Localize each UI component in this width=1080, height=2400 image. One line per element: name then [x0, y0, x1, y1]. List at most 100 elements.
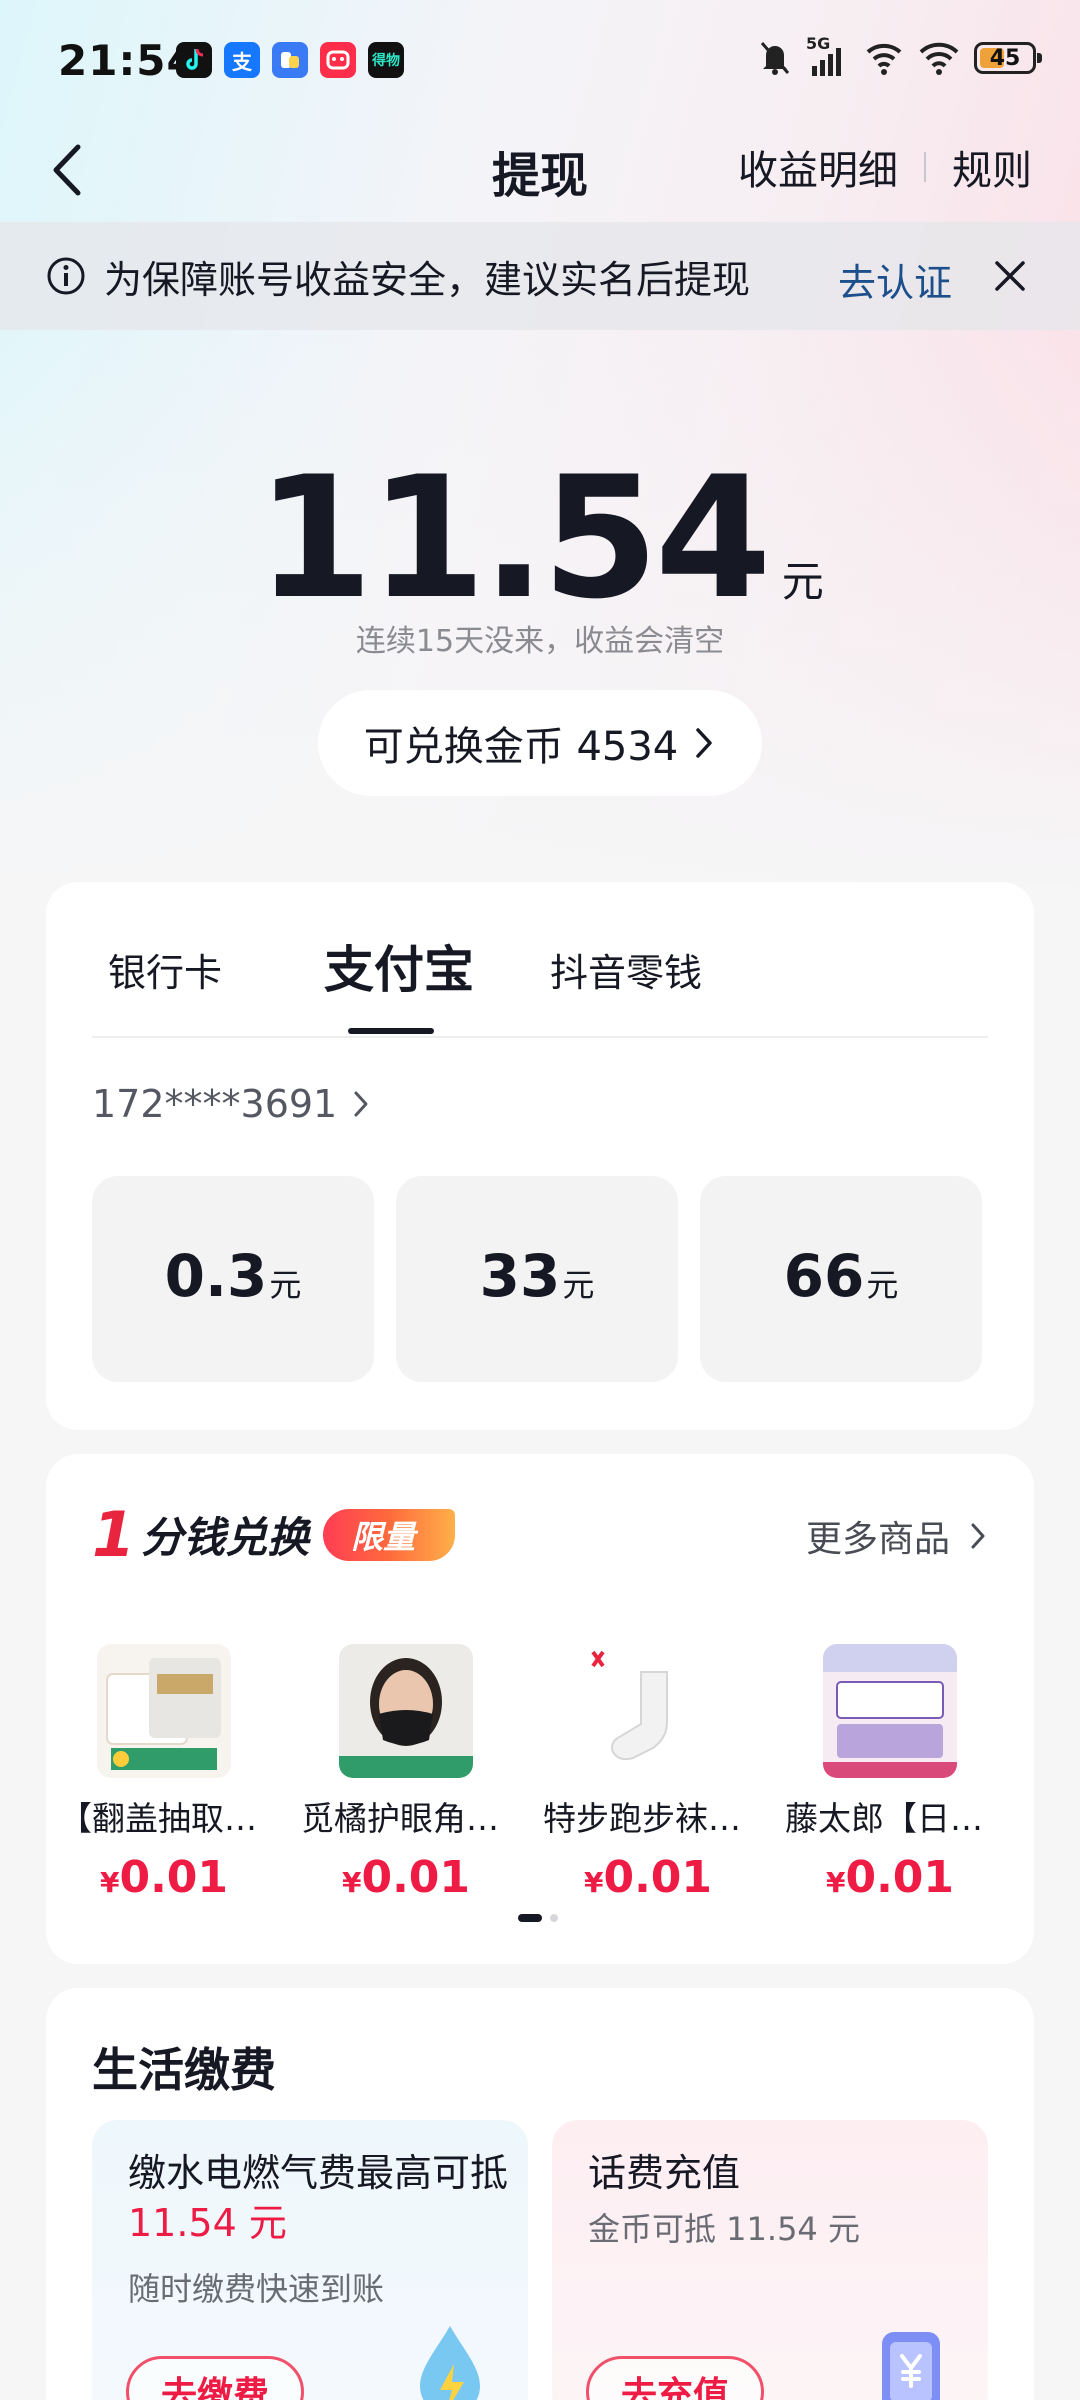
amount-option[interactable]: 66 元: [700, 1176, 982, 1382]
price-currency: ¥: [825, 1866, 846, 1899]
life-payments-title: 生活缴费: [92, 2043, 276, 2097]
exchange-coins-button[interactable]: 可兑换金币 4534: [318, 690, 762, 796]
life-payments-card: 生活缴费 缴水电燃气费最高可抵 11.54 元 随时缴费快速到账 去缴费 话费充…: [46, 1988, 1034, 2400]
product-price: ¥0.01: [54, 1852, 274, 1903]
exchange-title-number: 1: [92, 1498, 136, 1571]
product-name: 【翻盖抽取式…: [59, 1799, 269, 1838]
product-name: 特步跑步袜子…: [543, 1799, 753, 1838]
verification-banner: 为保障账号收益安全，建议实名后提现 去认证: [0, 222, 1080, 330]
amount-value: 0.3: [164, 1242, 268, 1310]
signal-icon: 5G: [806, 34, 850, 78]
amount-unit: 元: [562, 1266, 595, 1304]
chevron-right-icon: [354, 1091, 368, 1117]
tab-douyin-wallet[interactable]: 抖音零钱: [550, 942, 702, 997]
status-bar: 21:54 支 得物 5G 45: [0, 0, 1080, 120]
product-price: ¥0.01: [538, 1852, 758, 1903]
price-currency: ¥: [99, 1866, 120, 1899]
amount-value: 33: [479, 1242, 561, 1310]
carousel-dot-active: [518, 1914, 542, 1922]
account-selector[interactable]: 172****3691: [92, 1082, 371, 1126]
more-products-label: 更多商品: [805, 1519, 950, 1560]
rules-link[interactable]: 规则: [952, 138, 1032, 196]
tab-divider: [92, 1036, 988, 1038]
more-products-link[interactable]: 更多商品: [806, 1510, 988, 1562]
carousel-dot: [550, 1914, 558, 1922]
earnings-details-link[interactable]: 收益明细: [738, 138, 898, 196]
price-value: 0.01: [845, 1852, 955, 1903]
verify-link[interactable]: 去认证: [838, 252, 952, 307]
baidu-icon: [272, 42, 308, 78]
price-currency: ¥: [583, 1866, 604, 1899]
product-price: ¥0.01: [296, 1852, 516, 1903]
balance-amount: 11.54: [256, 440, 771, 636]
chevron-right-icon: [696, 728, 712, 758]
penny-exchange-card: 1 分钱兑换 限量 更多商品 【翻盖抽取式… ¥0.01 觅橘护眼角口罩… ¥0…: [46, 1454, 1034, 1964]
notification-icons: 支 得物: [176, 42, 404, 78]
info-icon: [47, 257, 85, 295]
alipay-icon: 支: [224, 42, 260, 78]
tmall-icon: [320, 42, 356, 78]
tab-alipay[interactable]: 支付宝: [324, 930, 474, 1002]
utilities-title-text: 缴水电燃气费最高可抵: [128, 2151, 509, 2195]
battery-level: 45: [989, 45, 1021, 71]
pay-bills-button[interactable]: 去缴费: [126, 2356, 304, 2400]
system-icons: 5G 45: [758, 34, 1042, 78]
nav-divider: [924, 152, 926, 182]
phone-yuan-icon: [882, 2332, 940, 2400]
carousel-dots: [518, 1914, 558, 1922]
balance-display: 11.54 元: [0, 440, 1080, 636]
alipay-label: 支: [232, 49, 252, 74]
mute-bell-icon: [760, 42, 790, 75]
product-card[interactable]: 觅橘护眼角口罩… ¥0.01: [296, 1644, 516, 1903]
phone-topup-title: 话费充值: [588, 2151, 741, 2195]
water-drop-icon: [420, 2326, 480, 2400]
banner-message: 为保障账号收益安全，建议实名后提现: [104, 257, 751, 302]
product-name: 藤太郎【日本…: [785, 1799, 995, 1838]
product-card[interactable]: 【翻盖抽取式… ¥0.01: [54, 1644, 274, 1903]
network-type: 5G: [806, 34, 831, 53]
price-value: 0.01: [119, 1852, 229, 1903]
amount-value: 66: [783, 1242, 865, 1310]
dewu-icon: 得物: [368, 42, 404, 78]
active-tab-indicator: [348, 1028, 434, 1034]
utilities-title: 缴水电燃气费最高可抵 11.54 元: [128, 2148, 508, 2248]
product-image-cream: [823, 1644, 957, 1778]
balance-expiry-hint: 连续15天没来，收益会清空: [355, 624, 725, 659]
account-number: 172****3691: [92, 1082, 338, 1126]
wifi-plus-icon: [866, 43, 902, 75]
chevron-right-icon: [971, 1523, 985, 1549]
douyin-icon: [176, 42, 212, 78]
price-currency: ¥: [341, 1866, 362, 1899]
battery-icon: 45: [974, 42, 1042, 74]
amount-option[interactable]: 33 元: [396, 1176, 678, 1382]
amount-option[interactable]: 0.3 元: [92, 1176, 374, 1382]
exchange-coins-label: 可兑换金币 4534: [363, 724, 679, 770]
dewu-label: 得物: [372, 53, 400, 69]
product-image-tissue: [97, 1644, 231, 1778]
close-icon[interactable]: [988, 254, 1032, 298]
tab-bank-card[interactable]: 银行卡: [108, 942, 222, 997]
phone-topup-subtitle: 金币可抵 11.54 元: [588, 2210, 860, 2248]
exchange-title-text: 分钱兑换: [141, 1513, 310, 1562]
product-card[interactable]: 藤太郎【日本… ¥0.01: [780, 1644, 1000, 1903]
nav-bar: 提现 收益明细 规则: [0, 120, 1080, 220]
price-value: 0.01: [361, 1852, 471, 1903]
topup-button[interactable]: 去充值: [586, 2356, 764, 2400]
wifi-icon: [919, 42, 959, 75]
price-value: 0.01: [603, 1852, 713, 1903]
product-image-mask: [339, 1644, 473, 1778]
nav-actions: 收益明细 规则: [738, 138, 1032, 196]
limited-badge: 限量: [323, 1508, 456, 1561]
amount-unit: 元: [269, 1266, 302, 1304]
phone-topup-tile[interactable]: 话费充值 金币可抵 11.54 元 去充值: [552, 2120, 988, 2400]
utilities-highlight: 11.54 元: [128, 2201, 287, 2245]
withdraw-method-tabs: 银行卡 支付宝 抖音零钱: [46, 882, 1034, 1038]
amount-unit: 元: [866, 1266, 899, 1304]
withdraw-card: 银行卡 支付宝 抖音零钱 172****3691 0.3 元 33 元 66 元: [46, 882, 1034, 1430]
utilities-payment-tile[interactable]: 缴水电燃气费最高可抵 11.54 元 随时缴费快速到账 去缴费: [92, 2120, 528, 2400]
product-card[interactable]: 特步跑步袜子… ¥0.01: [538, 1644, 758, 1903]
product-name: 觅橘护眼角口罩…: [301, 1799, 511, 1838]
balance-unit: 元: [781, 557, 824, 606]
utilities-subtitle: 随时缴费快速到账: [128, 2270, 385, 2308]
exchange-title: 1 分钱兑换 限量: [92, 1498, 456, 1571]
